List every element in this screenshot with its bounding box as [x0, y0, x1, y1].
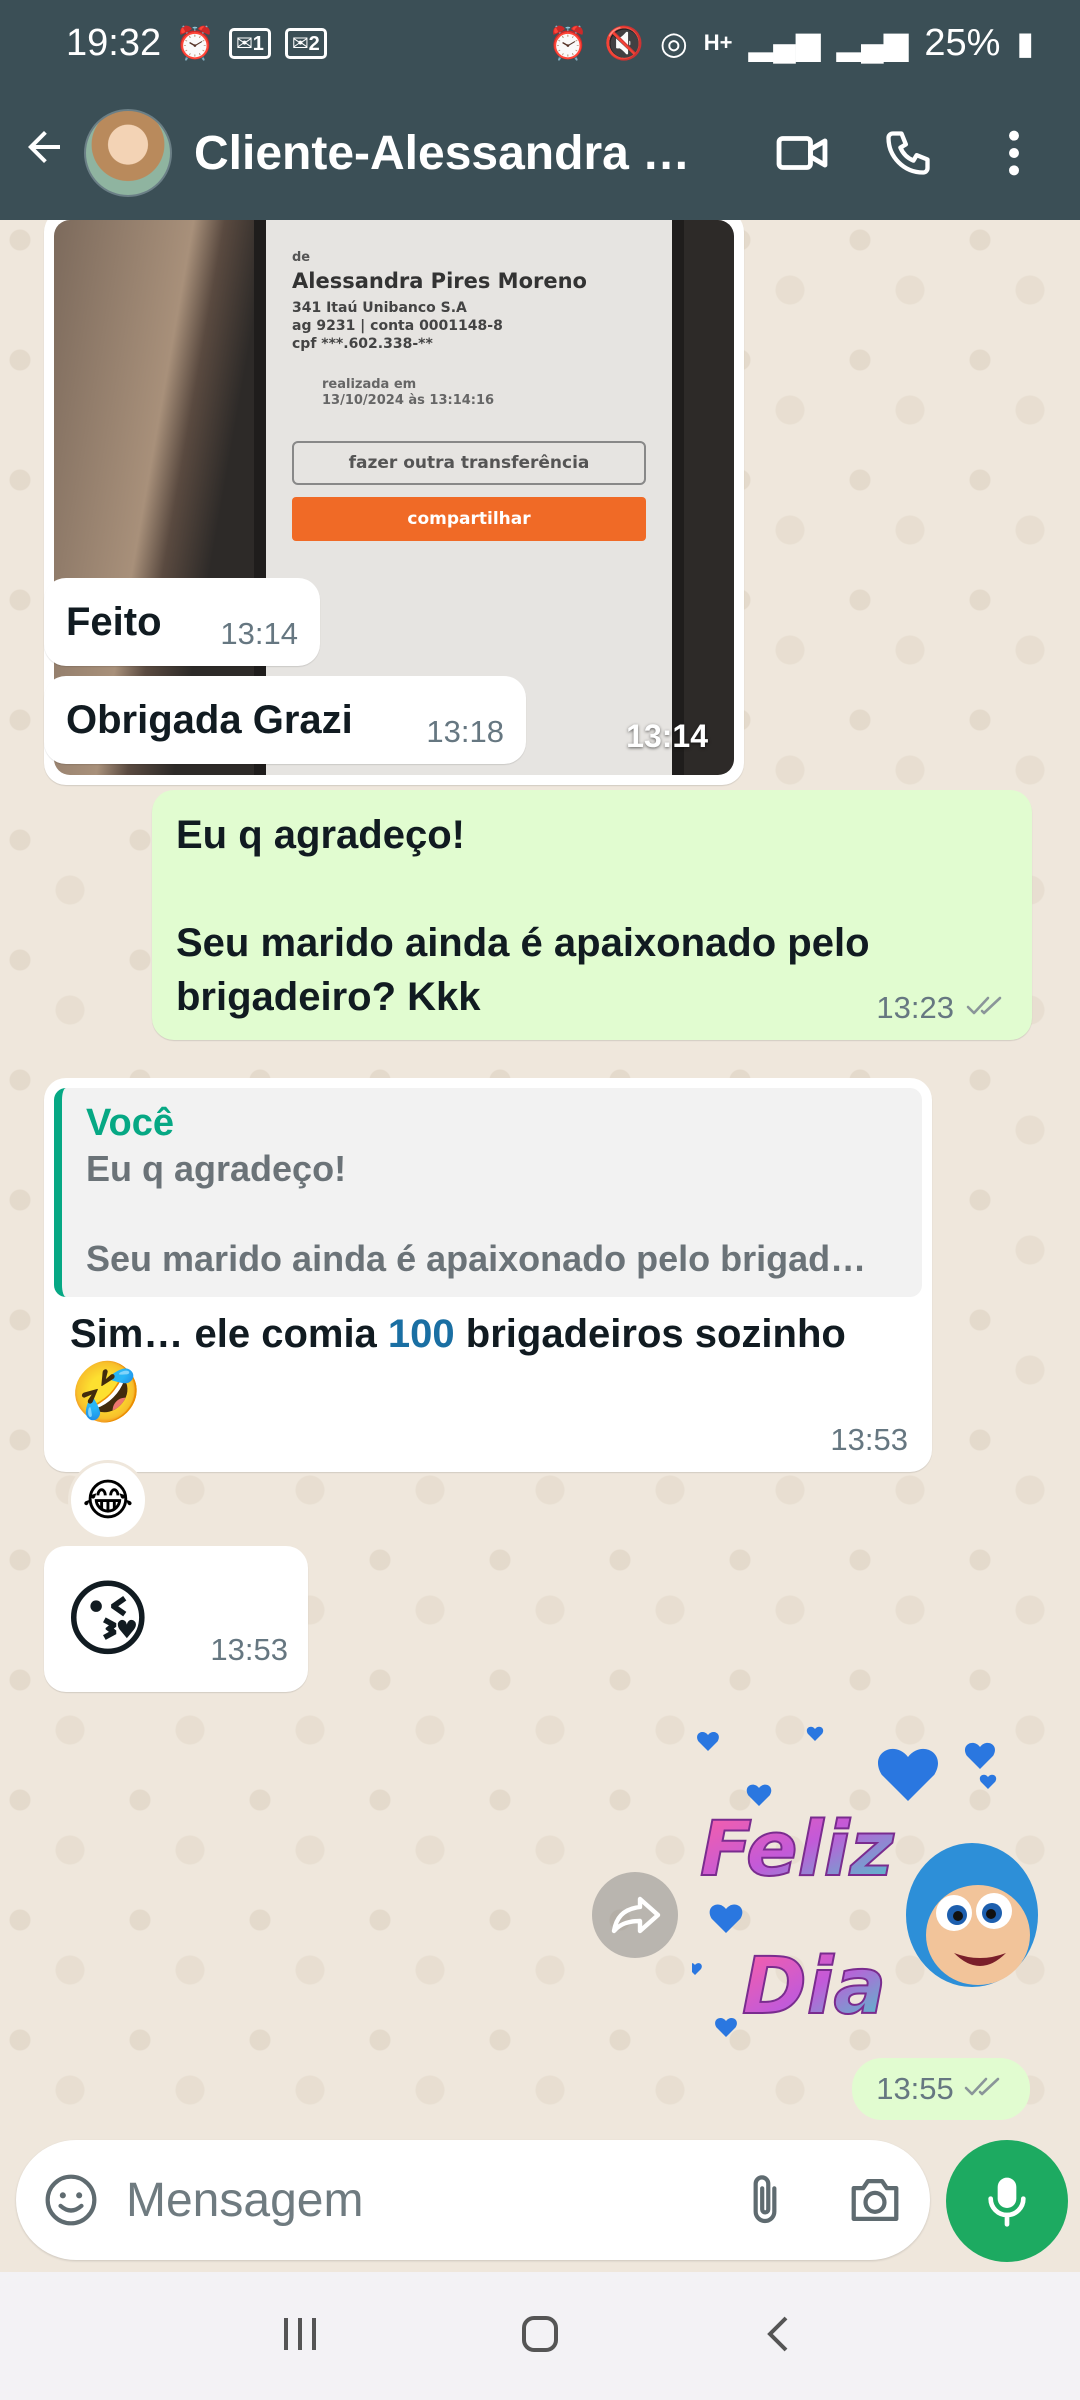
- alarm-icon: ⏰: [175, 25, 215, 61]
- message-time: 13:14: [626, 718, 708, 754]
- message-text: Feito: [66, 600, 162, 644]
- message-time: 13:18: [426, 714, 504, 749]
- quote-author: Você: [86, 1102, 175, 1144]
- video-call-icon[interactable]: [772, 123, 832, 183]
- message-time: 13:55: [876, 2071, 954, 2106]
- data-type-icon: H+: [703, 30, 733, 55]
- message-time: 13:53: [830, 1422, 908, 1457]
- sim1-icon: ✉1: [228, 27, 271, 59]
- phone-number-link[interactable]: 100: [388, 1312, 455, 1356]
- recents-icon[interactable]: [278, 2312, 322, 2361]
- sim2-icon: ✉2: [284, 27, 327, 59]
- attach-icon[interactable]: [710, 2172, 820, 2228]
- double-check-icon: [966, 994, 1008, 1023]
- status-time: 19:32: [66, 21, 162, 64]
- receipt-bank: 341 Itaú Unibanco S.A: [292, 300, 467, 316]
- sticker-text-bottom: Dia: [742, 1942, 886, 2032]
- double-check-icon: [964, 2075, 1006, 2104]
- reaction-badge[interactable]: 😂: [68, 1460, 148, 1540]
- chat-area[interactable]: de Alessandra Pires Moreno 341 Itaú Unib…: [0, 220, 1080, 2135]
- message-time: 13:23: [876, 990, 954, 1025]
- incoming-message[interactable]: Obrigada Grazi 13:18: [44, 676, 526, 764]
- receipt-other-transfer: fazer outra transferência: [292, 441, 646, 485]
- incoming-message[interactable]: 😘 13:53: [44, 1546, 308, 1692]
- reply-message[interactable]: Você Eu q agradeço! Seu marido ainda é a…: [44, 1078, 932, 1472]
- receipt-cpf: cpf ***.602.338-**: [292, 336, 433, 352]
- signal2-icon: ▂▄▆: [836, 25, 909, 61]
- message-time: 13:53: [210, 1632, 288, 1667]
- message-text: Eu q agradeço!: [176, 813, 465, 857]
- more-vert-icon[interactable]: [984, 123, 1044, 183]
- quote-text: Seu marido ainda é apaixonado pelo briga…: [86, 1238, 867, 1279]
- sticker-text-top: Feliz: [700, 1804, 895, 1893]
- receipt-date: realizada em 13/10/2024 às 13:14:16: [322, 377, 495, 408]
- sticker-time-pill: 13:55: [852, 2058, 1030, 2120]
- mute-icon: 🔇: [604, 25, 644, 61]
- rofl-emoji: 🤣: [70, 1360, 143, 1425]
- receipt-share: compartilhar: [292, 497, 646, 541]
- joy-character-icon: [906, 1843, 1038, 1987]
- chat-header: Cliente-Alessandra M…: [0, 86, 1080, 220]
- back-nav-icon[interactable]: [758, 2312, 802, 2361]
- battery-level: 25%: [924, 21, 1001, 64]
- message-time: 13:14: [220, 616, 298, 651]
- emoji-icon[interactable]: [16, 2172, 126, 2228]
- signal-icon: ▂▄▆: [748, 25, 821, 61]
- arrow-left-icon[interactable]: [4, 123, 84, 183]
- sticker[interactable]: Feliz Dia: [688, 1725, 1042, 2055]
- battery-icon: ▮: [1016, 25, 1034, 61]
- incoming-message[interactable]: Feito 13:14: [44, 578, 320, 666]
- forward-icon[interactable]: [592, 1872, 678, 1958]
- camera-icon[interactable]: [820, 2174, 930, 2226]
- quote-text: Eu q agradeço!: [86, 1148, 347, 1189]
- contact-name[interactable]: Cliente-Alessandra M…: [194, 126, 714, 181]
- message-text: Obrigada Grazi: [66, 698, 353, 742]
- receipt-account: ag 9231 | conta 0001148-8: [292, 318, 503, 334]
- message-input[interactable]: Mensagem: [126, 2173, 710, 2228]
- outgoing-message[interactable]: Eu q agradeço! Seu marido ainda é apaixo…: [152, 790, 1032, 1040]
- receipt-name: Alessandra Pires Moreno: [292, 269, 587, 293]
- avatar[interactable]: [84, 109, 172, 197]
- phone-icon[interactable]: [878, 123, 938, 183]
- message-composer[interactable]: Mensagem: [16, 2140, 930, 2260]
- alarm-status-icon: ⏰: [548, 25, 589, 61]
- mic-button[interactable]: [946, 2140, 1068, 2262]
- hotspot-icon: ◎: [659, 25, 688, 61]
- message-text: Sim… ele comia 100 brigadeiros sozinho: [70, 1312, 846, 1356]
- quoted-message[interactable]: Você Eu q agradeço! Seu marido ainda é a…: [54, 1088, 922, 1297]
- message-text: Seu marido ainda é apaixonado pelo briga…: [176, 921, 870, 1019]
- mic-icon: [988, 2177, 1026, 2227]
- system-nav-bar: [0, 2272, 1080, 2400]
- receipt-from-label: de: [292, 250, 311, 265]
- home-icon[interactable]: [518, 2312, 562, 2361]
- status-bar: 19:32 ⏰ ✉1 ✉2 ⏰ 🔇 ◎ H+ ▂▄▆ ▂▄▆ 25% ▮: [0, 0, 1080, 86]
- kiss-emoji: 😘: [64, 1572, 152, 1666]
